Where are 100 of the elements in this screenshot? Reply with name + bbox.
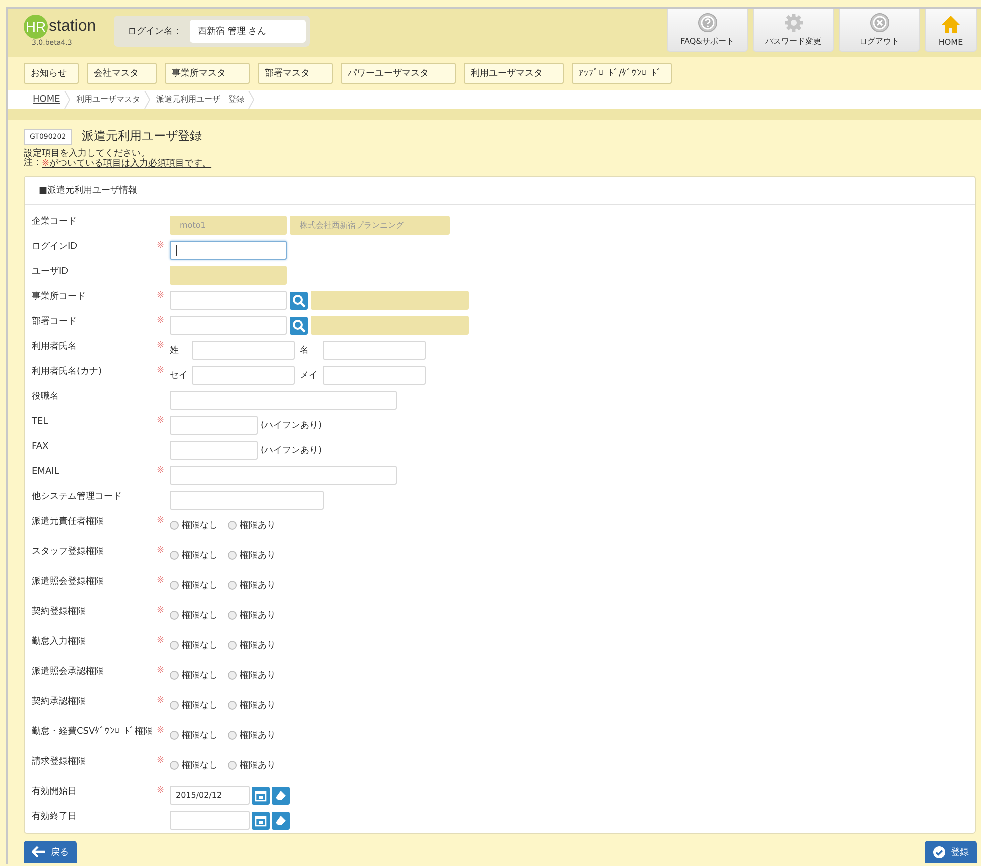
radio-button[interactable] (170, 731, 179, 740)
menu-tab[interactable]: 事業所マスタ (165, 63, 250, 84)
radio-button[interactable] (228, 641, 237, 650)
required-mark: ※ (157, 696, 166, 706)
radio-button[interactable] (228, 551, 237, 560)
calendar-button[interactable] (252, 786, 270, 804)
input-field[interactable] (192, 366, 295, 385)
readonly-field[interactable] (311, 291, 469, 310)
required-mark: ※ (157, 606, 166, 616)
radio-button[interactable] (170, 641, 179, 650)
input-field[interactable] (192, 341, 295, 360)
field-prefix: セイ (170, 370, 189, 382)
required-mark: ※ (157, 516, 166, 526)
required-mark: ※ (157, 786, 166, 796)
radio-button[interactable] (228, 701, 237, 710)
header-button[interactable]: パスワード変更 (753, 9, 834, 52)
menu-tab[interactable]: お知らせ (24, 63, 79, 84)
readonly-field[interactable] (311, 316, 469, 335)
menu-tab[interactable]: 会社マスタ (87, 63, 157, 84)
radio-label: 権限なし (182, 670, 218, 682)
header-button[interactable]: HOME (925, 9, 977, 52)
required-mark: ※ (157, 576, 166, 586)
input-field[interactable] (323, 366, 426, 385)
field-label: 利用者氏名 (32, 341, 78, 353)
required-mark: ※ (157, 416, 166, 426)
input-field[interactable] (170, 466, 397, 485)
header-button[interactable]: ログアウト (839, 9, 920, 52)
field-label: 派遣照会承認権限 (32, 666, 105, 678)
field-label: 契約登録権限 (32, 606, 87, 618)
radio-button[interactable] (228, 731, 237, 740)
menu-tab[interactable]: ｱｯﾌﾟﾛｰﾄﾞ/ﾀﾞｳﾝﾛｰﾄﾞ (572, 63, 672, 84)
menu-tab[interactable]: 部署マスタ (258, 63, 333, 84)
input-field[interactable] (170, 391, 397, 410)
register-button[interactable]: 登録 (925, 841, 977, 863)
field-hint: (ハイフンあり) (261, 420, 322, 432)
radio-button[interactable] (228, 581, 237, 590)
radio-button[interactable] (170, 701, 179, 710)
radio-button[interactable] (228, 761, 237, 770)
header-button[interactable]: FAQ&サポート (667, 9, 748, 52)
login-label: ログイン名： (127, 26, 183, 38)
date-field[interactable] (170, 811, 250, 830)
field-label: 企業コード (32, 216, 78, 228)
radio-button[interactable] (170, 761, 179, 770)
input-field[interactable] (170, 441, 258, 460)
breadcrumb-link[interactable]: HOME (33, 94, 60, 104)
field-prefix: 姓 (170, 344, 180, 357)
menu-tab[interactable]: パワーユーザマスタ (341, 63, 456, 84)
chevron-icon (64, 90, 72, 108)
input-field[interactable] (170, 241, 287, 260)
calendar-icon (255, 814, 267, 826)
radio-label: 権限なし (182, 610, 218, 622)
calendar-button[interactable] (252, 812, 270, 830)
required-mark: ※ (157, 636, 166, 646)
logo-name: station (49, 18, 96, 36)
radio-label: 権限なし (182, 520, 218, 532)
input-field[interactable] (323, 341, 426, 360)
radio-button[interactable] (228, 611, 237, 620)
instruction-text: 設定項目を入力してください。 (24, 150, 150, 159)
required-mark: ※ (157, 756, 166, 766)
radio-label: 権限なし (182, 640, 218, 652)
check-circle-icon (933, 846, 946, 858)
menu-tab[interactable]: 利用ユーザマスタ (464, 63, 564, 84)
radio-label: 権限あり (240, 610, 276, 622)
input-field[interactable] (170, 491, 324, 510)
field-label: TEL (32, 416, 50, 428)
search-button[interactable] (290, 292, 308, 310)
input-field[interactable] (170, 416, 258, 435)
radio-label: 権限あり (240, 700, 276, 712)
radio-label: 権限なし (182, 550, 218, 562)
date-field[interactable]: 2015/02/12 (170, 786, 250, 805)
back-button[interactable]: 戻る (24, 841, 77, 863)
required-mark: ※ (157, 341, 166, 351)
login-user-name: 西新宿 管理 さん (190, 20, 306, 43)
eraser-button[interactable] (272, 786, 290, 804)
required-note: ※がついている項目は入力必須項目です。 (42, 159, 212, 169)
help-icon (698, 13, 718, 33)
arrow-left-icon (32, 846, 46, 858)
radio-button[interactable] (170, 521, 179, 530)
radio-button[interactable] (170, 611, 179, 620)
field-label: 役職名 (32, 391, 60, 403)
field-label: スタッフ登録権限 (32, 546, 105, 558)
section-title: ■派遣元利用ユーザ情報 (25, 177, 975, 205)
radio-button[interactable] (170, 551, 179, 560)
radio-label: 権限あり (240, 670, 276, 682)
radio-button[interactable] (228, 671, 237, 680)
chevron-icon (144, 90, 152, 108)
readonly-field[interactable] (170, 266, 287, 285)
input-field[interactable] (170, 291, 287, 310)
radio-button[interactable] (170, 671, 179, 680)
field-prefix: メイ (300, 370, 319, 382)
required-mark: ※ (157, 546, 166, 556)
radio-button[interactable] (228, 521, 237, 530)
required-mark: ※ (157, 366, 166, 376)
logo-mark: HR (24, 15, 48, 39)
radio-label: 権限なし (182, 760, 218, 772)
eraser-button[interactable] (272, 812, 290, 830)
radio-label: 権限なし (182, 730, 218, 742)
input-field[interactable] (170, 316, 287, 335)
radio-button[interactable] (170, 581, 179, 590)
search-button[interactable] (290, 316, 308, 334)
